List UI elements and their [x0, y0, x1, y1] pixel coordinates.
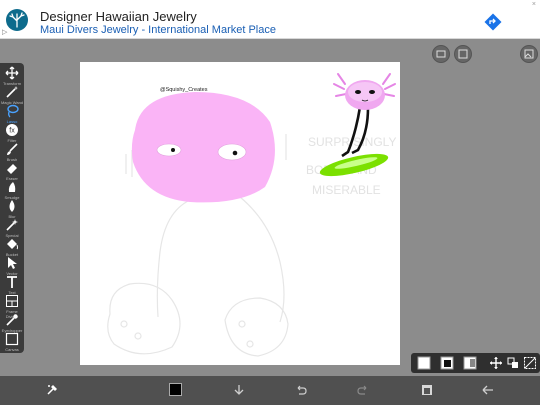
- cursor-icon: [8, 257, 17, 269]
- tools-toggle-icon[interactable]: [45, 383, 59, 397]
- tool-label: Canvas: [5, 347, 19, 352]
- move-icon: [5, 66, 19, 80]
- layer-stack-icon[interactable]: [440, 356, 454, 370]
- transform-selection-icon[interactable]: [506, 356, 520, 370]
- axolotl-character: [319, 73, 396, 177]
- back-arrow-icon[interactable]: [481, 383, 495, 397]
- ad-subtitle[interactable]: Maui Divers Jewelry - International Mark…: [40, 24, 276, 36]
- ad-banner[interactable]: Designer Hawaiian Jewelry Maui Divers Je…: [0, 0, 540, 39]
- layer-white-icon[interactable]: [417, 356, 431, 370]
- svg-text:fx: fx: [9, 128, 15, 135]
- artwork: SURPRISINGLY BORED AND MISERABLE @Squish…: [107, 73, 396, 357]
- deselect-icon[interactable]: [523, 356, 537, 370]
- canvas-icon: [5, 332, 19, 346]
- color-swatch[interactable]: [169, 383, 182, 396]
- layers-count-icon[interactable]: [420, 383, 434, 397]
- tool-sidebar: Transform Magic Wand Lasso fx Filter Bru…: [0, 63, 24, 353]
- move-selection-icon[interactable]: [489, 356, 503, 370]
- tool-canvas[interactable]: Canvas: [0, 331, 24, 355]
- frame-icon: [6, 295, 18, 307]
- reference-button[interactable]: [432, 45, 450, 63]
- reference-icon: [436, 50, 446, 58]
- coral-logo-icon: [6, 9, 28, 31]
- directions-icon[interactable]: [484, 13, 502, 31]
- grid-button[interactable]: [454, 45, 472, 63]
- smudge-icon: [8, 182, 16, 192]
- sparkle-icon: [6, 219, 18, 231]
- ad-info-icon[interactable]: ▷: [2, 28, 7, 36]
- bucket-icon: [7, 239, 18, 250]
- watermark-line: MISERABLE: [312, 183, 381, 197]
- grid-icon: [458, 49, 468, 59]
- fx-icon: fx: [6, 124, 18, 136]
- eyedropper-icon: [6, 314, 18, 326]
- download-icon[interactable]: [232, 383, 246, 397]
- drawing-canvas[interactable]: SURPRISINGLY BORED AND MISERABLE @Squish…: [80, 62, 400, 365]
- eraser-icon: [7, 164, 17, 174]
- layer-thumb-icon[interactable]: [463, 356, 477, 370]
- undo-icon[interactable]: [294, 383, 308, 397]
- image-icon: [524, 49, 534, 59]
- pink-blob: [131, 92, 275, 203]
- bottom-toolbar: [0, 376, 540, 405]
- lasso-icon: [7, 104, 19, 118]
- ad-title[interactable]: Designer Hawaiian Jewelry: [40, 9, 197, 24]
- drop-icon: [9, 200, 15, 212]
- redo-icon[interactable]: [356, 383, 370, 397]
- ad-close-icon[interactable]: ×: [532, 1, 536, 8]
- layers-panel: [411, 353, 540, 373]
- gallery-button[interactable]: [520, 45, 538, 63]
- wand-icon: [6, 86, 18, 98]
- text-icon: [7, 276, 17, 288]
- brush-icon: [7, 143, 18, 155]
